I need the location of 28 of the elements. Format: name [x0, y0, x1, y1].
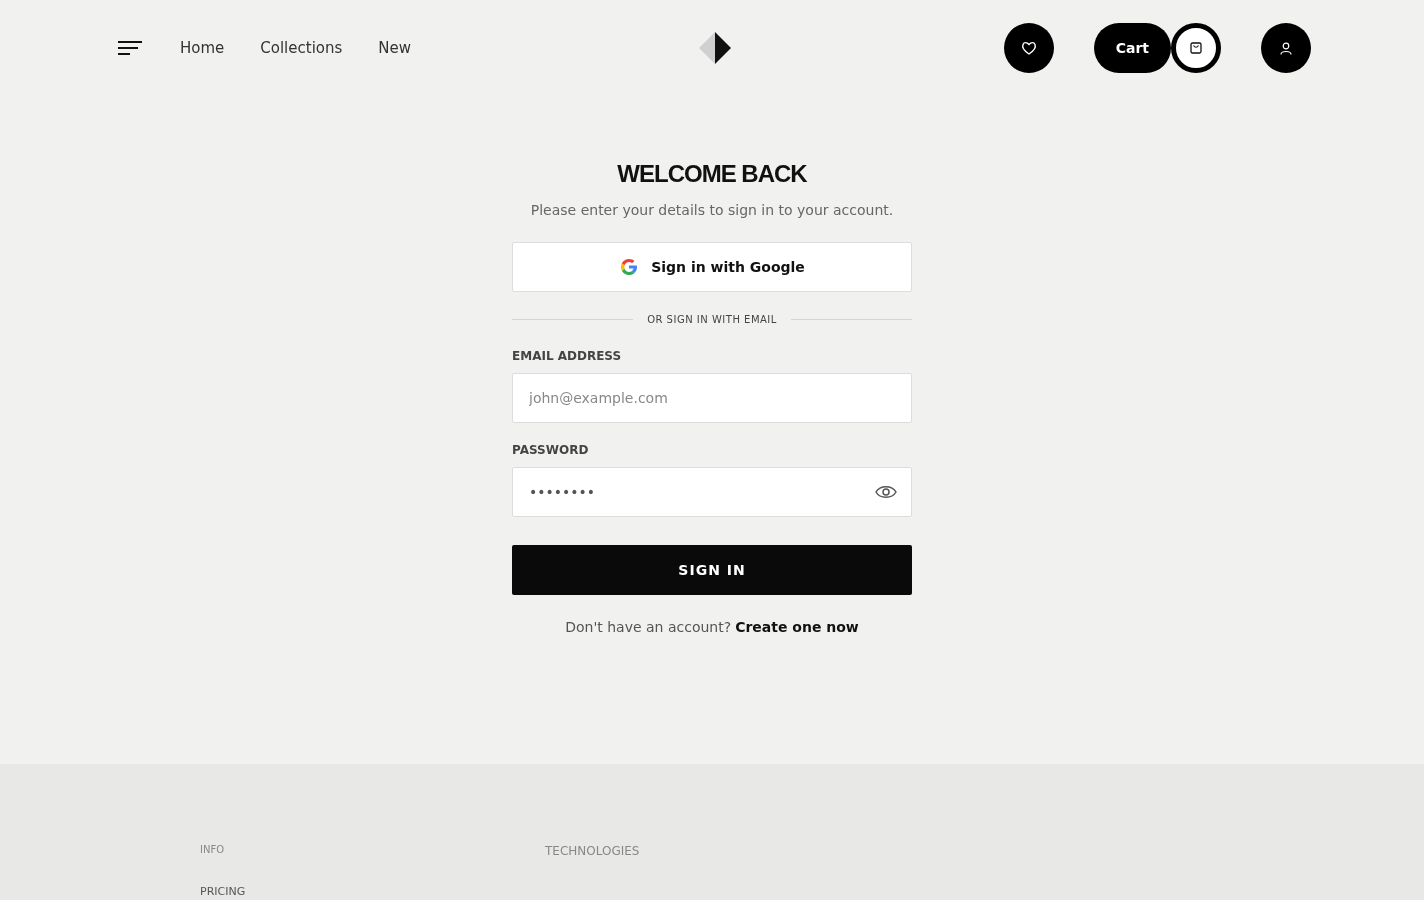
google-sign-in-button[interactable]: Sign in with Google — [512, 242, 912, 292]
field-label: EMAIL ADDRESS — [512, 349, 623, 363]
eye-icon[interactable] — [875, 484, 897, 500]
page-title: WELCOME BACK — [617, 160, 807, 188]
signup-prompt: Don't have an account? — [565, 619, 732, 635]
user-icon — [1280, 41, 1292, 55]
heart-icon — [1019, 39, 1038, 57]
password-field[interactable]: •••••••• — [512, 467, 912, 517]
nav-link[interactable]: New — [378, 39, 412, 57]
email-field[interactable]: john@example.com — [512, 373, 912, 423]
nav-link[interactable]: Collections — [260, 39, 343, 57]
create-account-link[interactable]: Create one now — [735, 619, 859, 635]
nav-link[interactable]: Home — [180, 39, 225, 57]
sign-in-button[interactable]: SIGN IN — [512, 545, 912, 595]
menu-icon[interactable] — [118, 40, 144, 56]
cart-button[interactable]: Cart — [1093, 23, 1171, 73]
bag-icon — [1190, 42, 1202, 54]
account-button[interactable] — [1261, 23, 1311, 73]
logo-icon[interactable] — [697, 31, 732, 65]
divider-label: OR SIGN IN WITH EMAIL — [647, 314, 777, 325]
footer-heading: TECHNOLOGIES — [545, 844, 641, 858]
wishlist-button[interactable] — [1003, 23, 1054, 73]
footer-heading: INFO — [200, 844, 226, 855]
footer-link[interactable]: PRICING — [200, 885, 545, 898]
subtitle: Please enter your details to sign in to your account. — [530, 202, 894, 218]
google-logo-icon — [619, 257, 640, 277]
bag-button[interactable] — [1171, 23, 1221, 73]
field-label: PASSWORD — [512, 443, 590, 457]
